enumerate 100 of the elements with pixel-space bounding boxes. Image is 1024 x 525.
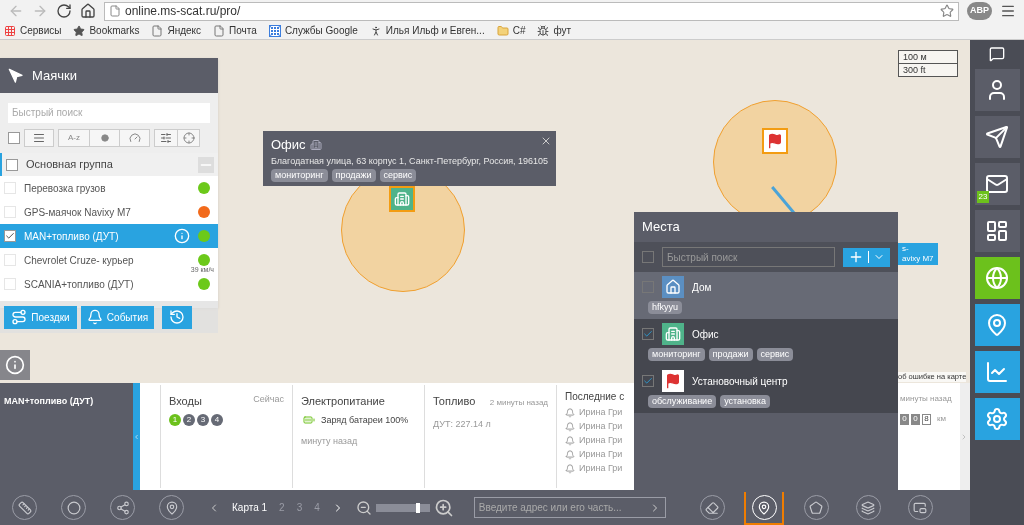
checkbox[interactable] bbox=[4, 230, 16, 242]
map-tab[interactable]: Карта 1 bbox=[232, 500, 268, 515]
grid-icon bbox=[268, 24, 281, 37]
info-button[interactable] bbox=[0, 350, 30, 380]
bell-icon bbox=[565, 449, 575, 460]
bookmark[interactable]: Почта bbox=[213, 23, 257, 38]
pin-button[interactable] bbox=[974, 304, 1020, 346]
bell-icon bbox=[565, 407, 575, 418]
chart-icon bbox=[985, 360, 1009, 384]
tag: обслуживание bbox=[648, 395, 717, 408]
building-icon bbox=[309, 138, 322, 151]
list-view-button[interactable] bbox=[24, 129, 54, 147]
tag: сервис bbox=[756, 348, 794, 361]
beacon-row[interactable]: GPS-маячок Navixy M7 bbox=[0, 200, 218, 224]
info-icon[interactable] bbox=[174, 228, 190, 244]
extension-button[interactable]: ABP bbox=[967, 2, 992, 20]
panel-title: Места bbox=[642, 218, 680, 237]
bookmark[interactable]: Службы Google bbox=[268, 23, 358, 38]
place-row[interactable]: Офис мониторинг продажи сервис bbox=[634, 319, 898, 366]
reload-icon[interactable] bbox=[56, 3, 72, 19]
bell-icon bbox=[565, 463, 575, 474]
zoom-slider[interactable] bbox=[375, 503, 430, 512]
chart-button[interactable] bbox=[974, 351, 1020, 393]
zoom-in-icon[interactable] bbox=[433, 497, 454, 518]
input-indicator: 1 bbox=[169, 413, 181, 426]
panel-title: Маячки bbox=[32, 66, 77, 85]
bookmark[interactable]: фут bbox=[537, 23, 572, 38]
card-time: 2 минуты назад bbox=[489, 397, 548, 409]
globe-icon bbox=[985, 266, 1009, 290]
bookmark[interactable]: Bookmarks bbox=[73, 23, 140, 38]
building-icon bbox=[662, 323, 684, 345]
home-icon[interactable] bbox=[80, 3, 96, 19]
pentagon-icon bbox=[809, 500, 823, 515]
bookmark[interactable]: C# bbox=[496, 23, 526, 38]
odometer-digit: 0 bbox=[911, 413, 920, 425]
bell-icon bbox=[565, 435, 575, 446]
search-field[interactable]: Быстрый поиск bbox=[8, 102, 210, 123]
circle-icon bbox=[66, 500, 81, 515]
popup-title: Офис bbox=[271, 136, 306, 154]
star-icon[interactable] bbox=[940, 4, 954, 18]
info-icon bbox=[5, 355, 25, 375]
chat-icon[interactable] bbox=[989, 46, 1005, 62]
route-icon bbox=[11, 309, 28, 325]
place-row[interactable]: Дом hfkyyu bbox=[634, 272, 898, 319]
card-title: Топливо bbox=[433, 394, 476, 409]
checkbox[interactable] bbox=[642, 375, 654, 387]
odometer-unit: км bbox=[937, 413, 946, 425]
fuel-value: ДУТ: 227.14 л bbox=[433, 417, 492, 431]
input-indicator: 2 bbox=[183, 413, 195, 426]
card-time: минуту назад bbox=[301, 435, 359, 448]
checkbox[interactable] bbox=[6, 158, 18, 171]
sliders-icon bbox=[160, 132, 172, 144]
bookmark[interactable]: Яндекс bbox=[151, 23, 202, 38]
input-indicator: 4 bbox=[211, 413, 223, 426]
zoom-out-icon[interactable] bbox=[355, 499, 372, 516]
place-name: Офис bbox=[692, 327, 719, 342]
add-button[interactable] bbox=[843, 247, 890, 267]
dashboard-icon bbox=[985, 219, 1009, 243]
card-time: минуты назад bbox=[900, 393, 953, 405]
tag: продажи bbox=[708, 348, 753, 361]
popup-address: Благодатная улица, 63 корпус 1, Санкт-Петербург, Россия, 196105 bbox=[271, 154, 549, 167]
slider-thumb[interactable] bbox=[415, 502, 420, 513]
tag: сервис bbox=[379, 168, 417, 182]
star-icon bbox=[73, 24, 86, 37]
dashboard-button[interactable] bbox=[974, 210, 1020, 252]
flag-icon bbox=[662, 370, 684, 392]
beacon-row[interactable]: SCANIA+топливо (ДУТ) bbox=[0, 272, 218, 296]
marker-label: s- avixy M7 bbox=[898, 243, 938, 265]
tag: hfkyyu bbox=[648, 301, 682, 314]
checkbox[interactable] bbox=[642, 251, 654, 263]
history-button[interactable] bbox=[162, 305, 192, 329]
tag: мониторинг bbox=[648, 348, 705, 361]
battery-status: Заряд батареи 100% bbox=[321, 413, 409, 427]
beacon-row[interactable]: Перевозка грузов bbox=[0, 176, 218, 200]
page-icon bbox=[213, 24, 226, 37]
chevron-left-icon bbox=[133, 432, 140, 441]
place-row[interactable]: Установочный центр обслуживание установка bbox=[634, 366, 898, 413]
share-icon bbox=[115, 500, 130, 515]
building-icon bbox=[394, 191, 410, 207]
menu-icon[interactable] bbox=[1000, 3, 1016, 19]
bookmark[interactable]: Илья Ильф и Евген... bbox=[369, 23, 485, 38]
settings-button[interactable] bbox=[974, 398, 1020, 440]
input-indicator: 3 bbox=[197, 413, 209, 426]
send-icon bbox=[985, 125, 1009, 149]
bookmark[interactable]: Сервисы bbox=[4, 23, 62, 38]
bell-icon bbox=[565, 421, 575, 432]
user-button[interactable] bbox=[974, 69, 1020, 111]
checkbox[interactable] bbox=[642, 328, 654, 340]
send-button[interactable] bbox=[974, 116, 1020, 158]
card-title: Электропитание bbox=[301, 394, 386, 409]
page-icon bbox=[151, 24, 164, 37]
globe-button[interactable] bbox=[974, 257, 1020, 299]
address-bar[interactable]: online.ms-scat.ru/pro/ bbox=[104, 1, 959, 21]
checkbox[interactable] bbox=[8, 132, 20, 144]
address-field[interactable]: Введите адрес или его часть... bbox=[473, 497, 666, 518]
tag: продажи bbox=[331, 168, 376, 182]
device-name: MAN+топливо (ДУТ) bbox=[4, 396, 94, 406]
mail-icon bbox=[985, 172, 1009, 196]
bell-icon bbox=[86, 309, 103, 325]
search-field[interactable]: Быстрый поиск bbox=[662, 247, 835, 267]
